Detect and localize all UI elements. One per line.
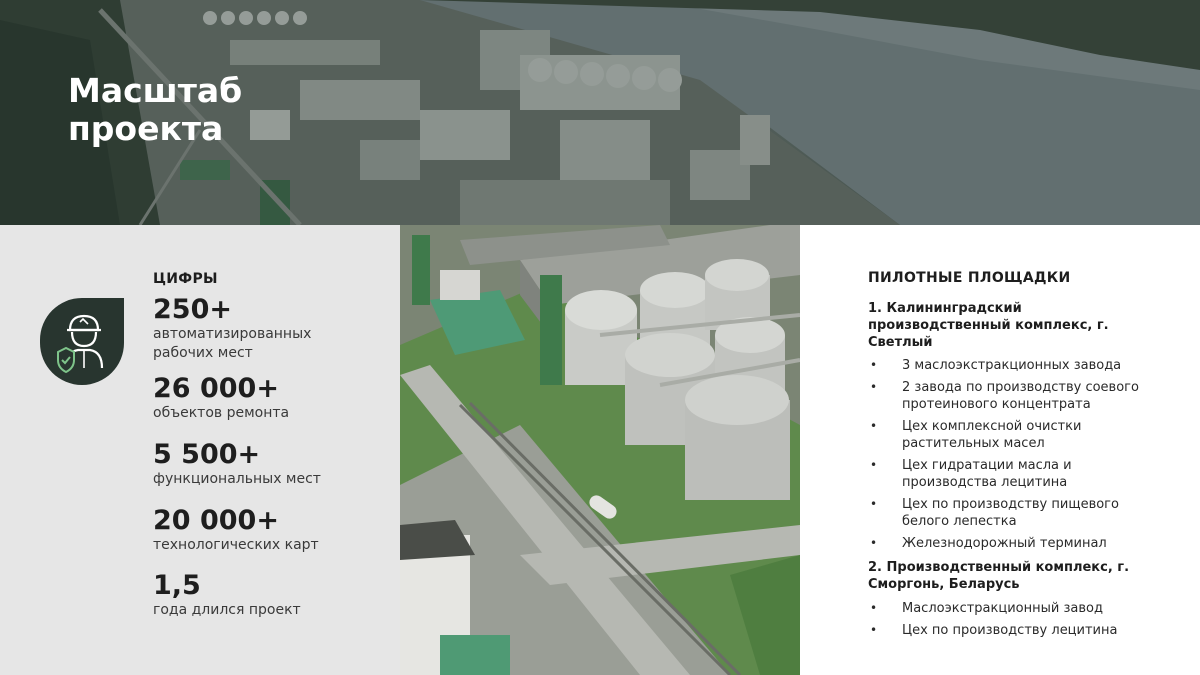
stat-label: технологических карт bbox=[153, 537, 319, 553]
worker-helmet-shield-icon bbox=[57, 314, 104, 374]
list-item-text: Цех гидратации масла и производства леци… bbox=[902, 458, 1072, 490]
stat-label: функциональных мест bbox=[153, 471, 321, 487]
bullet-icon: • bbox=[870, 419, 878, 433]
header-aerial-photo: Масштаб проекта bbox=[0, 0, 1200, 225]
stat-workplaces: 250+ автоматизированных рабочих мест bbox=[153, 295, 353, 363]
stat-label: автоматизированных рабочих мест bbox=[153, 326, 312, 361]
list-item-text: 3 маслоэкстракционных завода bbox=[902, 358, 1122, 373]
stat-duration: 1,5 года длился проект bbox=[153, 571, 353, 620]
bullet-icon: • bbox=[870, 380, 878, 394]
stat-value: 26 000+ bbox=[153, 373, 279, 404]
bullet-icon: • bbox=[870, 601, 878, 615]
site-2-list: • Маслоэкстракционный завод • Цех по произ… bbox=[868, 600, 1168, 644]
list-item: • Железнодорожный терминал bbox=[868, 535, 1168, 552]
list-item: • 3 маслоэкстракционных завода bbox=[868, 357, 1168, 374]
list-item-text: Железнодорожный терминал bbox=[902, 536, 1107, 551]
stat-label: объектов ремонта bbox=[153, 405, 290, 421]
bullet-icon: • bbox=[870, 623, 878, 637]
site-2-title: 2. Производственный комплекс, г. Сморгон… bbox=[868, 560, 1130, 592]
stat-value: 5 500+ bbox=[153, 439, 261, 470]
pilot-heading: ПИЛОТНЫЕ ПЛОЩАДКИ bbox=[868, 270, 1071, 286]
bullet-icon: • bbox=[870, 358, 878, 372]
list-item: • Цех комплексной очистки растительных ма… bbox=[868, 418, 1168, 452]
list-item: • Цех по производству пищевого белого леп… bbox=[868, 496, 1168, 530]
stats-heading: ЦИФРЫ bbox=[153, 271, 218, 287]
list-item-text: 2 завода по производству соевого протеин… bbox=[902, 380, 1139, 412]
stat-value: 20 000+ bbox=[153, 505, 279, 536]
stat-tech-cards: 20 000+ технологических карт bbox=[153, 506, 353, 555]
bullet-icon: • bbox=[870, 458, 878, 472]
list-item-text: Цех по производству пищевого белого лепе… bbox=[902, 497, 1119, 529]
stat-value: 250+ bbox=[153, 294, 232, 325]
list-item-text: Цех по производству лецитина bbox=[902, 623, 1118, 638]
silo-plant-photo bbox=[400, 225, 800, 675]
site-1-title: 1. Калининградский производственный комп… bbox=[868, 301, 1109, 350]
site-1-list: • 3 маслоэкстракционных завода • 2 завода … bbox=[868, 357, 1168, 557]
stat-label: года длился проект bbox=[153, 602, 301, 618]
list-item-text: Маслоэкстракционный завод bbox=[902, 601, 1103, 616]
list-item: • Цех по производству лецитина bbox=[868, 622, 1168, 639]
stats-panel: ЦИФРЫ 250+ автоматизированных рабочих ме… bbox=[0, 225, 400, 675]
list-item: • Маслоэкстракционный завод bbox=[868, 600, 1168, 617]
bullet-icon: • bbox=[870, 497, 878, 511]
list-item: • Цех гидратации масла и производства лец… bbox=[868, 457, 1168, 491]
stat-repair-objects: 26 000+ объектов ремонта bbox=[153, 374, 353, 423]
stat-functional-places: 5 500+ функциональных мест bbox=[153, 440, 353, 489]
silo-plant-illustration bbox=[400, 225, 800, 675]
bullet-icon: • bbox=[870, 536, 878, 550]
worker-badge bbox=[40, 298, 124, 385]
page-title: Масштаб проекта bbox=[68, 71, 243, 148]
list-item-text: Цех комплексной очистки растительных мас… bbox=[902, 419, 1082, 451]
list-item: • 2 завода по производству соевого протеи… bbox=[868, 379, 1168, 413]
stat-value: 1,5 bbox=[153, 570, 201, 601]
pilot-sites-panel: ПИЛОТНЫЕ ПЛОЩАДКИ 1. Калининградский про… bbox=[800, 225, 1200, 675]
